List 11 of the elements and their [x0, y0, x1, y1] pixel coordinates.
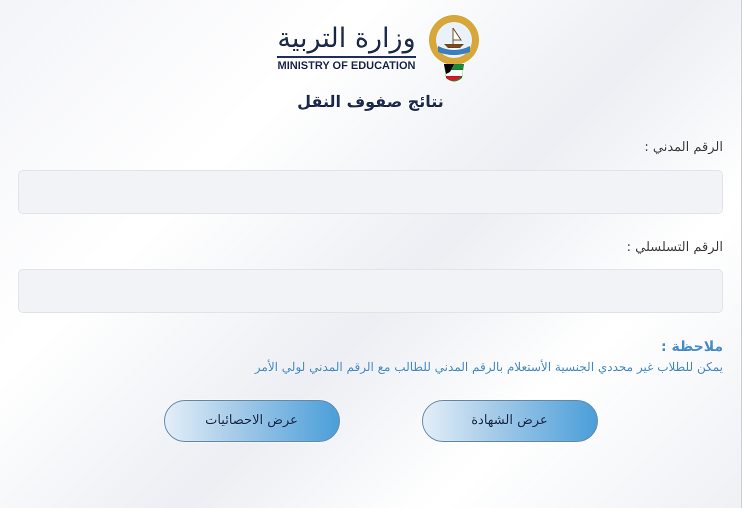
- ministry-name: وزارة التربية: [277, 25, 416, 58]
- ministry-name-english: MINISTRY OF EDUCATION: [278, 59, 416, 74]
- note-title: ملاحظة :: [660, 338, 723, 357]
- text-input[interactable]: [18, 170, 723, 214]
- field-label: الرقم المدني :: [643, 139, 723, 157]
- action-button[interactable]: عرض الاحصائيات: [164, 400, 340, 442]
- field-label: الرقم التسلسلي :: [626, 238, 723, 256]
- note-text: يمكن للطلاب غير محددي الجنسية الأستعلام بالرقم المدني للطالب مع الرقم المدني لولي الأمر: [253, 358, 723, 376]
- page-title: نتائج صفوف النقل: [297, 92, 444, 111]
- action-button[interactable]: عرض الشهادة: [422, 400, 598, 442]
- text-input[interactable]: [18, 269, 723, 313]
